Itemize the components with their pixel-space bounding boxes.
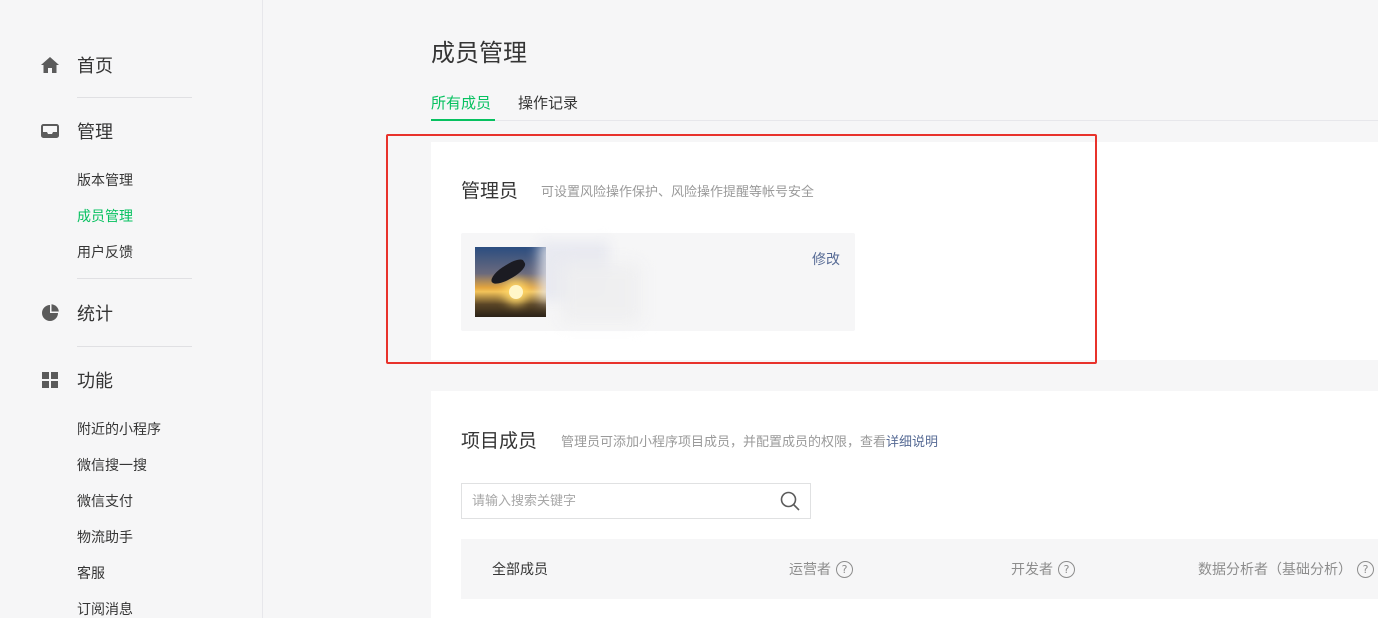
avatar-sun (509, 285, 523, 299)
nav-item-nearby[interactable]: 附近的小程序 (77, 420, 161, 440)
help-icon[interactable]: ? (1357, 560, 1374, 578)
edit-admin-link[interactable]: 修改 (812, 249, 840, 269)
nav-item-logistics[interactable]: 物流助手 (77, 528, 133, 548)
nav-stats-label: 统计 (77, 304, 113, 325)
nav-stats[interactable]: 统计 (40, 298, 113, 328)
nav-manage-label: 管理 (77, 122, 113, 143)
tab-bar: 所有成员 操作记录 (431, 90, 1378, 121)
nav-item-version[interactable]: 版本管理 (77, 171, 133, 191)
nav-divider (77, 346, 192, 347)
nav-item-service[interactable]: 客服 (77, 564, 105, 584)
pie-chart-icon (40, 303, 60, 323)
member-search (461, 483, 811, 519)
tab-operation-log[interactable]: 操作记录 (518, 90, 578, 121)
nav-divider (77, 278, 192, 279)
members-section-desc: 管理员可添加小程序项目成员，并配置成员的权限，查看详细说明 (561, 431, 938, 450)
nav-divider (77, 97, 192, 98)
column-developer-label: 开发者 (1011, 562, 1053, 578)
column-data-analyst: 数据分析者（基础分析）? (1198, 539, 1374, 599)
details-link[interactable]: 详细说明 (886, 435, 938, 450)
members-table-header: 全部成员 运营者? 开发者? 数据分析者（基础分析）? (461, 539, 1378, 599)
members-desc-text: 管理员可添加小程序项目成员，并配置成员的权限，查看 (561, 435, 887, 450)
help-icon[interactable]: ? (836, 560, 853, 578)
help-icon[interactable]: ? (1058, 560, 1075, 578)
column-all-members[interactable]: 全部成员 (492, 539, 548, 599)
column-developer: 开发者? (1011, 539, 1075, 599)
nav-features-label: 功能 (77, 371, 113, 392)
inbox-icon (40, 121, 60, 141)
tab-all-members[interactable]: 所有成员 (431, 90, 495, 121)
search-input[interactable] (462, 484, 770, 518)
grid-icon (40, 370, 60, 390)
search-icon[interactable] (770, 484, 810, 518)
column-data-analyst-label: 数据分析者（基础分析） (1198, 562, 1352, 578)
redacted-info (561, 263, 641, 323)
page-title: 成员管理 (431, 39, 527, 67)
nav-item-subscribe[interactable]: 订阅消息 (77, 600, 133, 618)
nav-home[interactable]: 首页 (40, 50, 113, 80)
avatar (475, 247, 546, 317)
nav-item-members[interactable]: 成员管理 (77, 207, 133, 227)
nav-item-search[interactable]: 微信搜一搜 (77, 456, 147, 476)
admin-section-desc: 可设置风险操作保护、风险操作提醒等帐号安全 (541, 185, 815, 200)
nav-item-feedback[interactable]: 用户反馈 (77, 243, 133, 263)
nav-item-pay[interactable]: 微信支付 (77, 492, 133, 512)
nav-manage[interactable]: 管理 (40, 116, 113, 146)
members-section-title: 项目成员 (461, 430, 538, 452)
avatar-dolphin (488, 256, 528, 288)
admin-section-title: 管理员 (461, 180, 519, 202)
home-icon (40, 55, 60, 75)
column-operator-label: 运营者 (789, 562, 831, 578)
column-operator: 运营者? (789, 539, 853, 599)
admin-entry: 修改 (461, 233, 855, 331)
nav-features[interactable]: 功能 (40, 365, 113, 395)
nav-home-label: 首页 (77, 56, 113, 77)
